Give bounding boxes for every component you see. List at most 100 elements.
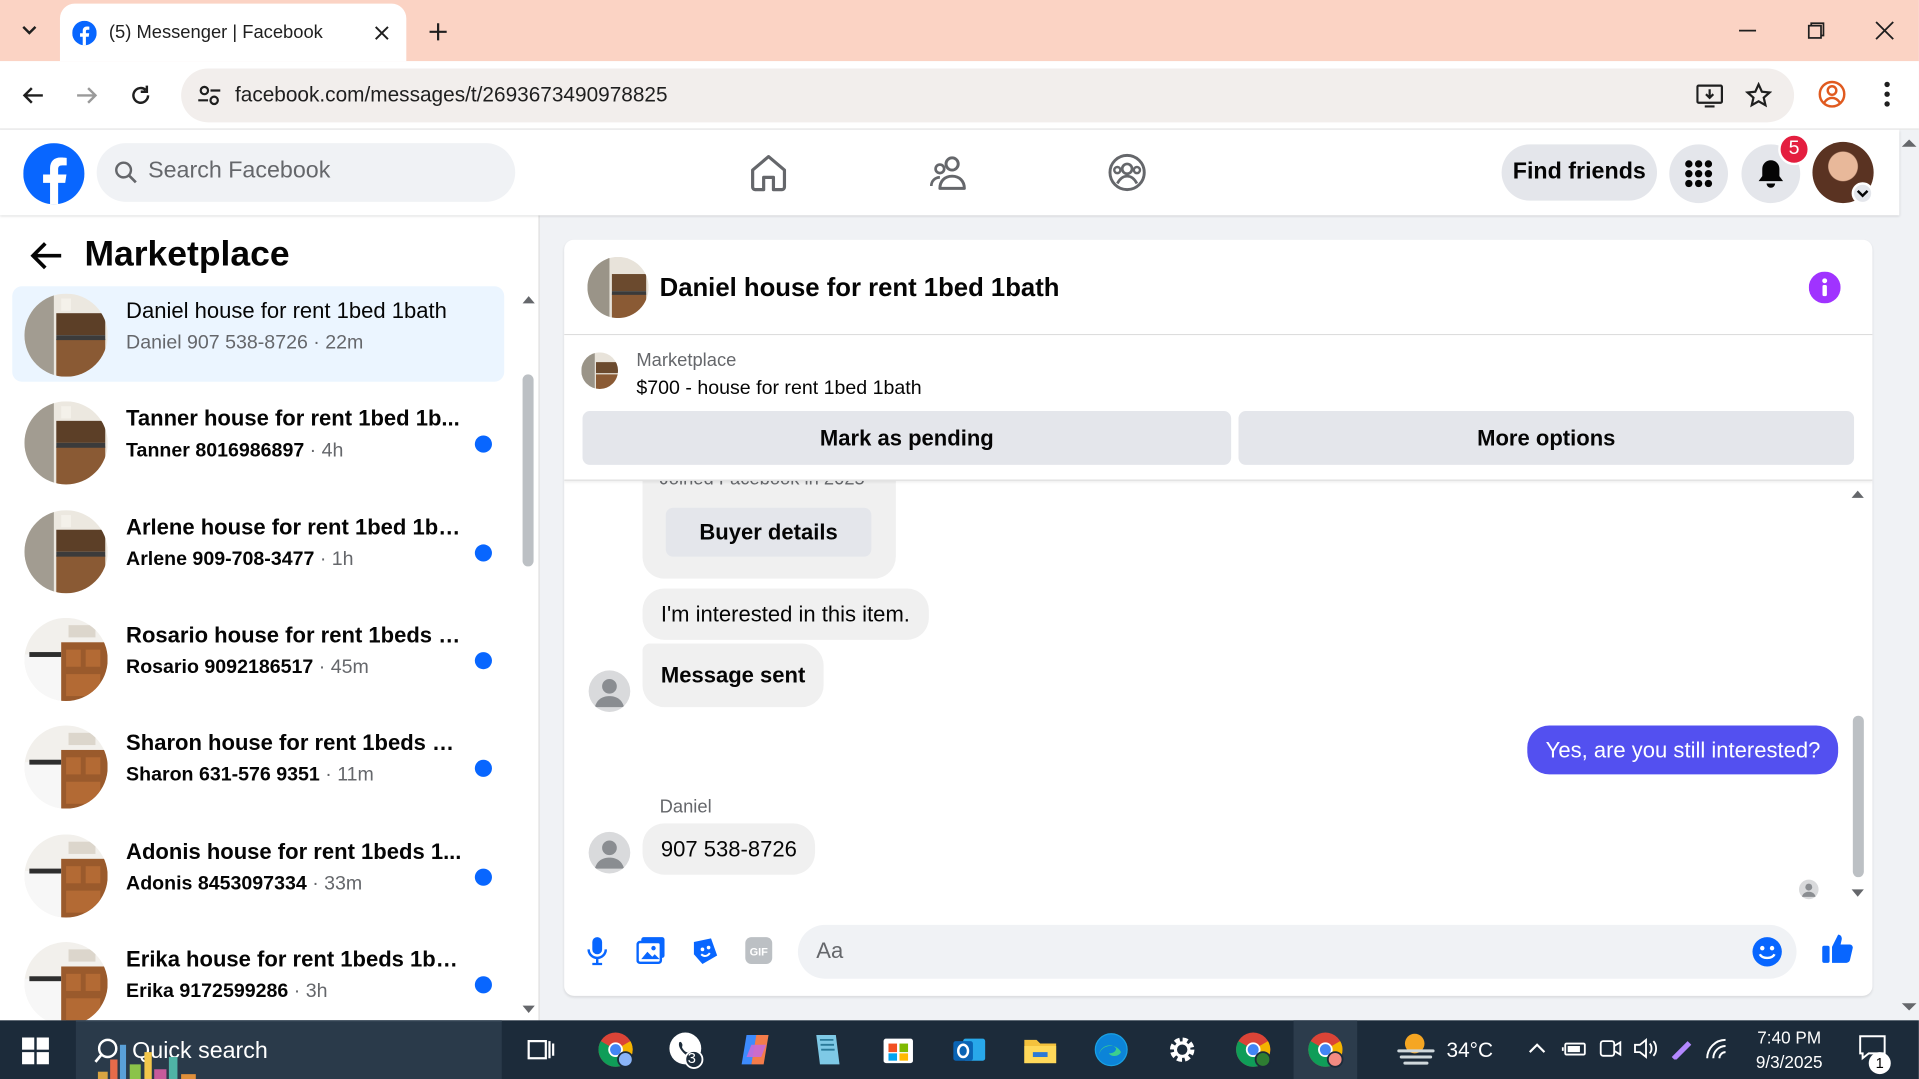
conversation-subtitle: Tanner 8016986897 · 4h: [126, 441, 343, 463]
volume-icon[interactable]: [1633, 1037, 1660, 1059]
buyer-details-button[interactable]: Buyer details: [665, 507, 872, 557]
facebook-search[interactable]: [96, 143, 516, 202]
restore-button[interactable]: [1792, 10, 1841, 52]
conversation-item[interactable]: Tanner house for rent 1bed 1b... Tanner 8…: [12, 394, 504, 489]
kitchen-photo-icon: [24, 833, 108, 917]
svg-text:GIF: GIF: [750, 946, 769, 958]
conversation-contact: Rosario 9092186517: [126, 656, 314, 678]
back-button[interactable]: [16, 78, 50, 112]
scroll-up-arrow-icon[interactable]: [1850, 488, 1865, 500]
meet-now-icon[interactable]: [1597, 1037, 1624, 1059]
listing-banner: Marketplace $700 - house for rent 1bed 1…: [564, 335, 1873, 481]
minimize-button[interactable]: [1723, 10, 1772, 52]
taskbar-chrome-app[interactable]: [1231, 1028, 1275, 1072]
new-tab-button[interactable]: [421, 15, 455, 49]
bookmark-star-icon[interactable]: [1745, 81, 1773, 109]
account-dropdown-button[interactable]: [1851, 182, 1874, 205]
unread-dot: [474, 543, 492, 562]
taskbar-chrome-profile-app[interactable]: [594, 1028, 638, 1072]
install-app-icon[interactable]: [1696, 82, 1723, 109]
scroll-up-arrow-icon[interactable]: [521, 294, 536, 306]
page-scroll-up-icon[interactable]: [1901, 137, 1918, 149]
tab-close-button[interactable]: [368, 19, 395, 46]
sender-avatar[interactable]: [588, 831, 631, 874]
microsoft-store-icon[interactable]: [876, 1028, 920, 1072]
conversation-item[interactable]: Rosario house for rent 1beds 1... Rosario…: [12, 610, 504, 705]
sender-avatar[interactable]: [588, 670, 631, 713]
listing-price[interactable]: $700 - house for rent 1bed 1bath: [636, 378, 921, 400]
taskbar-whatsapp-app[interactable]: 3: [665, 1028, 709, 1072]
windows-start-icon[interactable]: [22, 1037, 49, 1065]
conversation-title: Sharon house for rent 1beds 1...: [126, 730, 463, 756]
pen-icon[interactable]: [1668, 1037, 1695, 1060]
joined-date-text: Joined Facebook in 2025: [660, 481, 865, 490]
settings-gear-icon[interactable]: [1160, 1028, 1204, 1072]
whatsapp-icon: [669, 1032, 704, 1069]
mark-as-pending-button[interactable]: Mark as pending: [582, 411, 1232, 465]
photo-icon[interactable]: [636, 936, 665, 965]
conversation-time: 33m: [324, 872, 363, 894]
unread-dot: [474, 868, 492, 886]
conversation-item[interactable]: Erika house for rent 1beds 1bat... Erika …: [12, 934, 504, 1021]
show-hidden-icons-chevron-icon[interactable]: [1526, 1037, 1548, 1059]
more-options-button[interactable]: More options: [1238, 411, 1855, 465]
microphone-icon[interactable]: [587, 936, 608, 966]
notepad-icon[interactable]: [805, 1028, 849, 1072]
listing-thumbnail[interactable]: [587, 256, 649, 319]
quick-search-box[interactable]: Quick search: [75, 1020, 502, 1079]
site-settings-icon[interactable]: [196, 82, 223, 109]
chrome-icon: [598, 1032, 634, 1068]
battery-icon[interactable]: [1561, 1037, 1589, 1059]
message-input[interactable]: [816, 938, 1747, 965]
groups-icon[interactable]: [1106, 152, 1148, 194]
message-input-box[interactable]: [797, 924, 1797, 979]
conversation-item[interactable]: Arlene house for rent 1bed 1ba... Arlene …: [12, 502, 504, 597]
scroll-down-arrow-icon[interactable]: [1850, 887, 1865, 899]
thumbs-up-icon[interactable]: [1821, 931, 1855, 965]
weather-icon[interactable]: [1395, 1031, 1437, 1068]
search-input[interactable]: [148, 157, 491, 185]
browser-menu-icon[interactable]: [1872, 78, 1901, 110]
sticker-icon[interactable]: [690, 936, 719, 965]
message-composer: GIF: [564, 903, 1872, 996]
tab-search-button[interactable]: [10, 11, 49, 50]
outlook-icon[interactable]: [947, 1028, 991, 1072]
facebook-logo-icon[interactable]: [23, 143, 85, 205]
profile-icon[interactable]: [1816, 78, 1848, 110]
menu-grid-button[interactable]: [1669, 144, 1729, 204]
copilot-icon[interactable]: [734, 1028, 778, 1072]
edge-icon[interactable]: [1089, 1028, 1133, 1072]
emoji-icon[interactable]: [1751, 936, 1783, 968]
chat-title: Daniel house for rent 1bed 1bath: [659, 274, 1060, 303]
page-scroll-down-icon[interactable]: [1901, 1001, 1918, 1013]
conversation-item[interactable]: Sharon house for rent 1beds 1... Sharon 6…: [12, 718, 504, 813]
reload-button[interactable]: [124, 78, 158, 112]
taskbar-active-app[interactable]: [1293, 1020, 1358, 1079]
friends-icon[interactable]: [928, 152, 970, 194]
scroll-down-arrow-icon[interactable]: [521, 1003, 536, 1015]
conversation-item[interactable]: Daniel house for rent 1bed 1bath Daniel 9…: [12, 286, 505, 382]
conversation-separator: ·: [313, 656, 331, 678]
info-icon[interactable]: [1808, 271, 1841, 304]
message-scrollbar[interactable]: [1852, 715, 1864, 878]
windows-taskbar: Quick search 3 34°C 7:40 PM 9/3/2025 1: [0, 1020, 1919, 1079]
wifi-icon[interactable]: [1704, 1037, 1731, 1059]
browser-tab[interactable]: (5) Messenger | Facebook: [59, 3, 407, 62]
file-explorer-icon[interactable]: [1018, 1028, 1062, 1072]
notification-center-badge: 1: [1868, 1052, 1891, 1075]
home-icon[interactable]: [748, 152, 790, 194]
sidebar-scrollbar[interactable]: [522, 374, 534, 567]
conversation-item[interactable]: Adonis house for rent 1beds 1... Adonis 8…: [12, 826, 504, 921]
gif-icon[interactable]: GIF: [744, 936, 773, 965]
back-arrow-icon[interactable]: [29, 240, 63, 272]
close-window-button[interactable]: [1860, 10, 1909, 52]
conversation-title: Tanner house for rent 1bed 1b...: [126, 406, 460, 431]
address-bar[interactable]: facebook.com/messages/t/2693673490978825: [181, 68, 1795, 123]
unread-dot: [474, 651, 492, 670]
find-friends-button[interactable]: Find friends: [1501, 144, 1658, 201]
listing-small-thumbnail[interactable]: [581, 352, 619, 390]
kitchen-photo-icon: [24, 509, 108, 593]
task-view-icon[interactable]: [519, 1028, 563, 1072]
system-clock[interactable]: 7:40 PM 9/3/2025: [1738, 1025, 1841, 1074]
forward-button[interactable]: [70, 78, 104, 112]
